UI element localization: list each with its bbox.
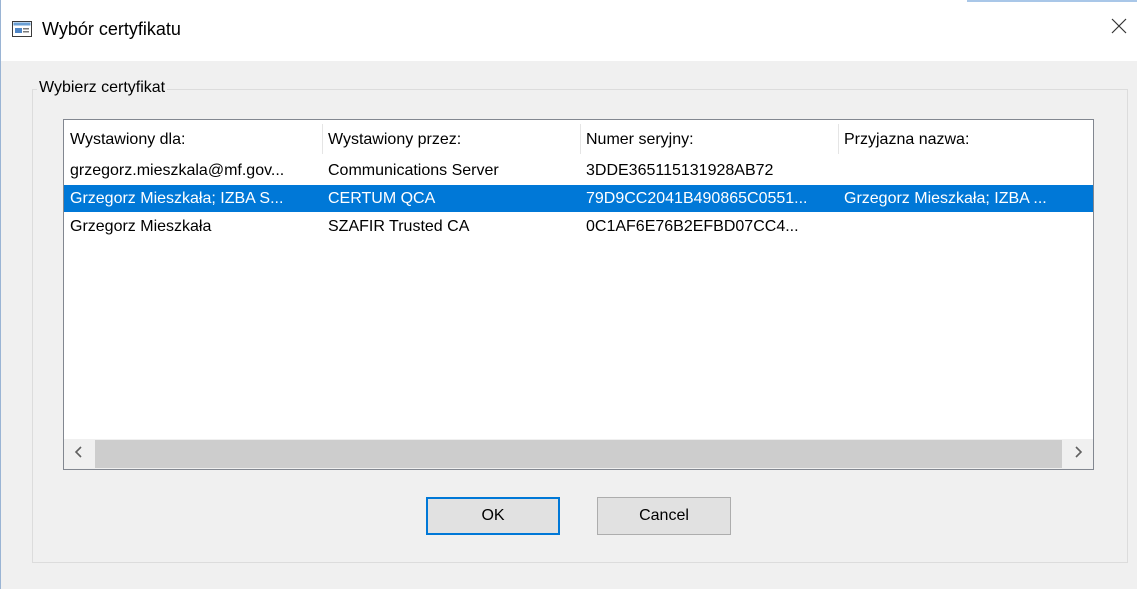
list-header: Wystawiony dla: Wystawiony przez: Numer …: [64, 120, 1093, 160]
window-title: Wybór certyfikatu: [42, 19, 181, 39]
cancel-button[interactable]: Cancel: [597, 497, 731, 535]
column-header-issued-to[interactable]: Wystawiony dla:: [64, 120, 322, 160]
chevron-left-icon: [74, 445, 84, 463]
scroll-right-button[interactable]: [1063, 439, 1093, 469]
cell-issued-by: CERTUM QCA: [328, 190, 436, 207]
chevron-right-icon: [1073, 445, 1083, 463]
scroll-left-button[interactable]: [64, 439, 94, 469]
cell-issued-by: SZAFIR Trusted CA: [328, 218, 470, 235]
table-row[interactable]: Grzegorz Mieszkała SZAFIR Trusted CA 0C1…: [64, 213, 1093, 240]
cell-friendly-name: [838, 213, 1093, 240]
cell-serial: 0C1AF6E76B2EFBD07CC4...: [586, 218, 799, 235]
cell-issued-to: Grzegorz Mieszkała; IZBA S...: [70, 190, 284, 207]
table-row[interactable]: grzegorz.mieszkala@mf.gov... Communicati…: [64, 157, 1093, 184]
scrollbar-thumb[interactable]: [95, 440, 1062, 468]
cell-issued-to: Grzegorz Mieszkała: [70, 218, 212, 235]
close-button[interactable]: [1101, 10, 1137, 46]
cell-friendly-name: [838, 157, 1093, 184]
certificate-card-icon: [12, 21, 32, 37]
ok-button[interactable]: OK: [426, 497, 560, 535]
close-icon: [1111, 18, 1127, 39]
column-header-serial[interactable]: Numer seryjny:: [580, 120, 838, 160]
title-bar-accent: [967, 0, 1137, 2]
cell-serial: 79D9CC2041B490865C0551...: [586, 190, 808, 207]
cell-issued-to: grzegorz.mieszkala@mf.gov...: [70, 162, 285, 179]
certificate-list[interactable]: Wystawiony dla: Wystawiony przez: Numer …: [63, 119, 1094, 470]
column-header-issued-by[interactable]: Wystawiony przez:: [322, 120, 580, 160]
certificate-dialog: Wybór certyfikatu Wybierz certyfikat Wys…: [0, 0, 1137, 589]
horizontal-scrollbar[interactable]: [64, 439, 1093, 469]
cell-issued-by: Communications Server: [328, 162, 499, 179]
cell-serial: 3DDE365115131928AB72: [586, 162, 774, 179]
title-bar: Wybór certyfikatu: [1, 0, 1137, 61]
group-label: Wybierz certyfikat: [37, 77, 168, 99]
column-header-friendly-name[interactable]: Przyjazna nazwa:: [838, 120, 1093, 160]
table-row-selected[interactable]: Grzegorz Mieszkała; IZBA S... CERTUM QCA…: [64, 185, 1093, 212]
cell-friendly-name: Grzegorz Mieszkała; IZBA ...: [844, 190, 1047, 207]
